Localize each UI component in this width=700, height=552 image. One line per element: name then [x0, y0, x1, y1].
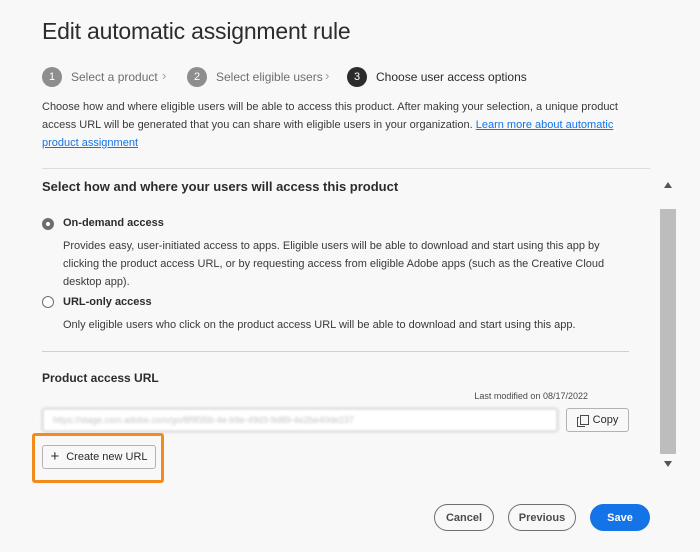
- step-select-product: 1 Select a product: [42, 66, 158, 88]
- product-url-heading: Product access URL: [42, 371, 159, 385]
- step-number: 3: [347, 67, 367, 87]
- save-button[interactable]: Save: [590, 504, 650, 531]
- step-label: Choose user access options: [376, 70, 527, 84]
- cancel-button[interactable]: Cancel: [434, 504, 494, 531]
- step-label: Select eligible users: [216, 70, 323, 84]
- step-number: 2: [187, 67, 207, 87]
- on-demand-label[interactable]: On-demand access: [63, 217, 164, 229]
- chevron-right-icon: ›: [162, 68, 167, 83]
- copy-icon: [576, 414, 589, 427]
- scroll-up-icon[interactable]: [664, 182, 672, 188]
- copy-label: Copy: [592, 414, 619, 426]
- highlight-box: [32, 433, 164, 483]
- product-url-field[interactable]: https://stage.com.adobe.com/go/8f9f35b-4…: [42, 408, 558, 432]
- divider: [42, 351, 629, 352]
- copy-button[interactable]: Copy: [566, 408, 629, 432]
- description: Choose how and where eligible users will…: [42, 98, 642, 152]
- chevron-right-icon: ›: [325, 68, 330, 83]
- step-access-options: 3 Choose user access options: [347, 66, 527, 88]
- step-select-users: 2 Select eligible users: [187, 66, 323, 88]
- radio-on-demand[interactable]: [42, 218, 54, 230]
- access-heading: Select how and where your users will acc…: [42, 179, 399, 194]
- previous-button[interactable]: Previous: [508, 504, 576, 531]
- url-only-description: Only eligible users who click on the pro…: [63, 319, 576, 331]
- scrollbar-thumb[interactable]: [660, 209, 676, 454]
- radio-url-only[interactable]: [42, 296, 54, 308]
- url-only-label[interactable]: URL-only access: [63, 296, 152, 308]
- dialog-title: Edit automatic assignment rule: [42, 18, 351, 44]
- edit-rule-dialog: Edit automatic assignment rule 1 Select …: [0, 0, 700, 552]
- scrollbar[interactable]: [660, 178, 676, 471]
- step-label: Select a product: [71, 70, 158, 84]
- scroll-down-icon[interactable]: [664, 461, 672, 467]
- scroll-content: Select how and where your users will acc…: [0, 169, 658, 473]
- on-demand-description: Provides easy, user-initiated access to …: [63, 240, 605, 288]
- step-number: 1: [42, 67, 62, 87]
- last-modified-text: Last modified on 08/17/2022: [474, 391, 588, 401]
